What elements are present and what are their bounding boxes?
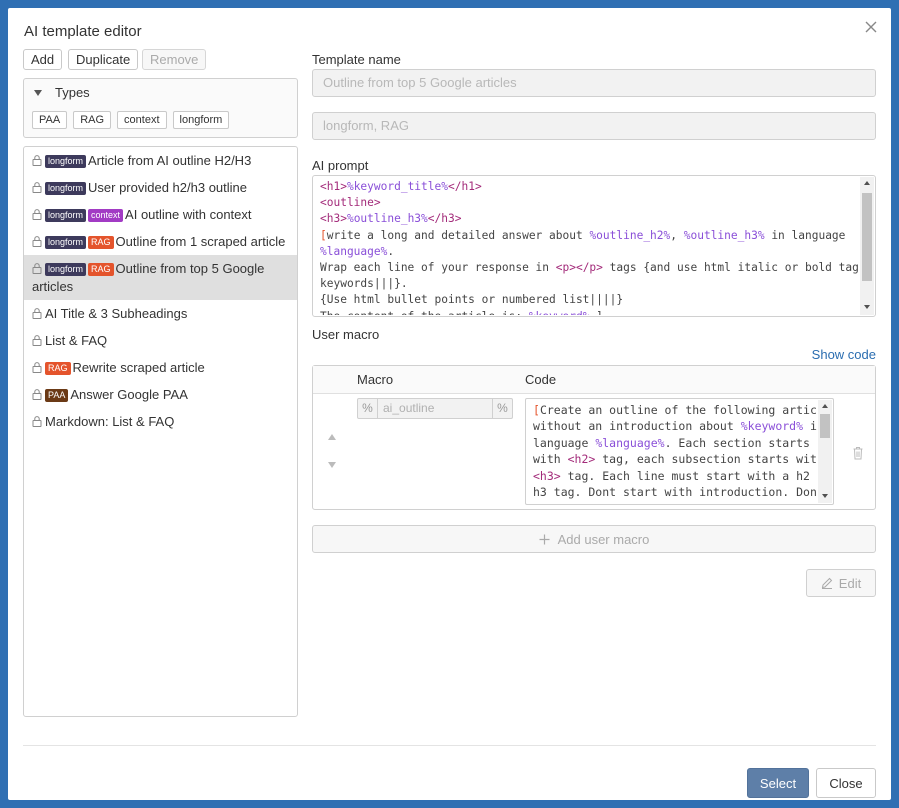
template-name: Article from AI outline H2/H3	[88, 153, 252, 168]
template-list-item[interactable]: Markdown: List & FAQ	[24, 408, 297, 435]
scroll-down-icon[interactable]	[822, 494, 828, 498]
badge-paa: PAA	[45, 389, 69, 402]
move-up-icon[interactable]	[328, 434, 336, 440]
close-button[interactable]: Close	[816, 768, 876, 798]
macro-table: Macro Code % ai_outline % [Create an out…	[312, 365, 876, 510]
scroll-thumb[interactable]	[862, 193, 872, 281]
select-button[interactable]: Select	[747, 768, 809, 798]
template-list-item[interactable]: List & FAQ	[24, 327, 297, 354]
ai-prompt-code[interactable]: <h1>%keyword_title%</h1> <outline> <h3>%…	[320, 179, 860, 315]
badge-longform: longform	[45, 263, 87, 276]
template-name-label: Template name	[312, 52, 401, 67]
template-name: AI Title & 3 Subheadings	[45, 306, 188, 321]
scroll-up-icon[interactable]	[822, 404, 828, 408]
macro-column-header: Macro	[357, 372, 394, 387]
template-name-input[interactable]: Outline from top 5 Google articles	[312, 69, 876, 97]
types-input[interactable]: longform, RAG	[312, 112, 876, 140]
macro-name-value[interactable]: ai_outline	[378, 399, 492, 418]
template-name: Answer Google PAA	[70, 387, 188, 402]
badge-longform: longform	[45, 182, 87, 195]
macro-code-scrollbar[interactable]	[818, 400, 832, 503]
edit-button[interactable]: Edit	[806, 569, 876, 597]
template-list: longform Article from AI outline H2/H3 lon…	[23, 146, 298, 717]
template-list-item[interactable]: longform context AI outline with context	[24, 201, 297, 228]
badge-rag: RAG	[88, 236, 114, 249]
lock-icon	[32, 362, 42, 373]
badge-context: context	[88, 209, 124, 222]
caret-down-icon	[34, 89, 42, 96]
add-user-macro-button[interactable]: Add user macro	[312, 525, 876, 553]
add-button[interactable]: Add	[23, 49, 63, 70]
lock-icon	[32, 263, 42, 274]
close-icon[interactable]	[863, 19, 879, 35]
types-filter-panel: Types PAA RAG context longform	[23, 78, 298, 138]
lock-icon	[32, 182, 42, 193]
macro-name-field[interactable]: % ai_outline %	[357, 398, 513, 419]
lock-icon	[32, 155, 42, 166]
type-tag-longform[interactable]: longform	[172, 111, 230, 129]
move-down-icon[interactable]	[328, 462, 336, 468]
plus-icon	[539, 534, 550, 544]
macro-prefix: %	[358, 399, 378, 418]
type-tag-paa[interactable]: PAA	[32, 111, 68, 129]
template-list-item[interactable]: PAA Answer Google PAA	[24, 381, 297, 408]
badge-rag: RAG	[45, 362, 71, 375]
scroll-thumb[interactable]	[820, 414, 830, 438]
edit-label: Edit	[838, 575, 862, 591]
ai-prompt-label: AI prompt	[312, 158, 369, 173]
scroll-up-icon[interactable]	[864, 181, 870, 185]
type-tag-rag[interactable]: RAG	[73, 111, 112, 129]
lock-icon	[32, 209, 42, 220]
lock-icon	[32, 335, 42, 346]
template-list-item[interactable]: longform User provided h2/h3 outline	[24, 174, 297, 201]
add-user-macro-label: Add user macro	[557, 531, 650, 547]
template-list-item[interactable]: AI Title & 3 Subheadings	[24, 300, 297, 327]
template-editor-dialog: AI template editor Add Duplicate Remove …	[8, 8, 891, 800]
prompt-scrollbar[interactable]	[860, 177, 874, 315]
user-macro-label: User macro	[312, 327, 380, 342]
lock-icon	[32, 416, 42, 427]
macro-code[interactable]: [Create an outline of the following arti…	[533, 402, 817, 503]
template-name: User provided h2/h3 outline	[88, 180, 248, 195]
macro-suffix: %	[492, 399, 512, 418]
template-list-item[interactable]: RAG Rewrite scraped article	[24, 354, 297, 381]
footer-divider	[23, 745, 876, 746]
types-toggle[interactable]: Types	[32, 85, 90, 100]
pencil-icon	[821, 577, 833, 589]
template-list-item[interactable]: longform RAG Outline from top 5 Google art…	[24, 255, 297, 300]
remove-button[interactable]: Remove	[142, 49, 207, 70]
badge-longform: longform	[45, 155, 87, 168]
badge-longform: longform	[45, 236, 87, 249]
duplicate-button[interactable]: Duplicate	[68, 49, 139, 70]
type-tag-context[interactable]: context	[117, 111, 167, 129]
show-code-link[interactable]: Show code	[812, 347, 876, 362]
badge-rag: RAG	[88, 263, 114, 276]
trash-icon[interactable]	[852, 446, 864, 460]
template-list-item[interactable]: longform RAG Outline from 1 scraped articl…	[24, 228, 297, 255]
macro-table-header: Macro Code	[313, 366, 875, 394]
dialog-title: AI template editor	[24, 23, 142, 40]
lock-icon	[32, 236, 42, 247]
types-label: Types	[55, 85, 90, 100]
code-column-header: Code	[525, 372, 557, 387]
template-name: Markdown: List & FAQ	[45, 414, 175, 429]
lock-icon	[32, 308, 42, 319]
scroll-down-icon[interactable]	[864, 305, 870, 309]
macro-code-editor[interactable]: [Create an outline of the following arti…	[525, 398, 834, 505]
template-name: Outline from 1 scraped article	[115, 234, 286, 249]
template-name: List & FAQ	[45, 333, 108, 348]
ai-prompt-editor[interactable]: <h1>%keyword_title%</h1> <outline> <h3>%…	[312, 175, 876, 317]
badge-longform: longform	[45, 209, 87, 222]
template-name: Rewrite scraped article	[72, 360, 205, 375]
template-list-item[interactable]: longform Article from AI outline H2/H3	[24, 147, 297, 174]
template-name: AI outline with context	[125, 207, 252, 222]
type-tags: PAA RAG context longform	[32, 111, 230, 129]
lock-icon	[32, 389, 42, 400]
